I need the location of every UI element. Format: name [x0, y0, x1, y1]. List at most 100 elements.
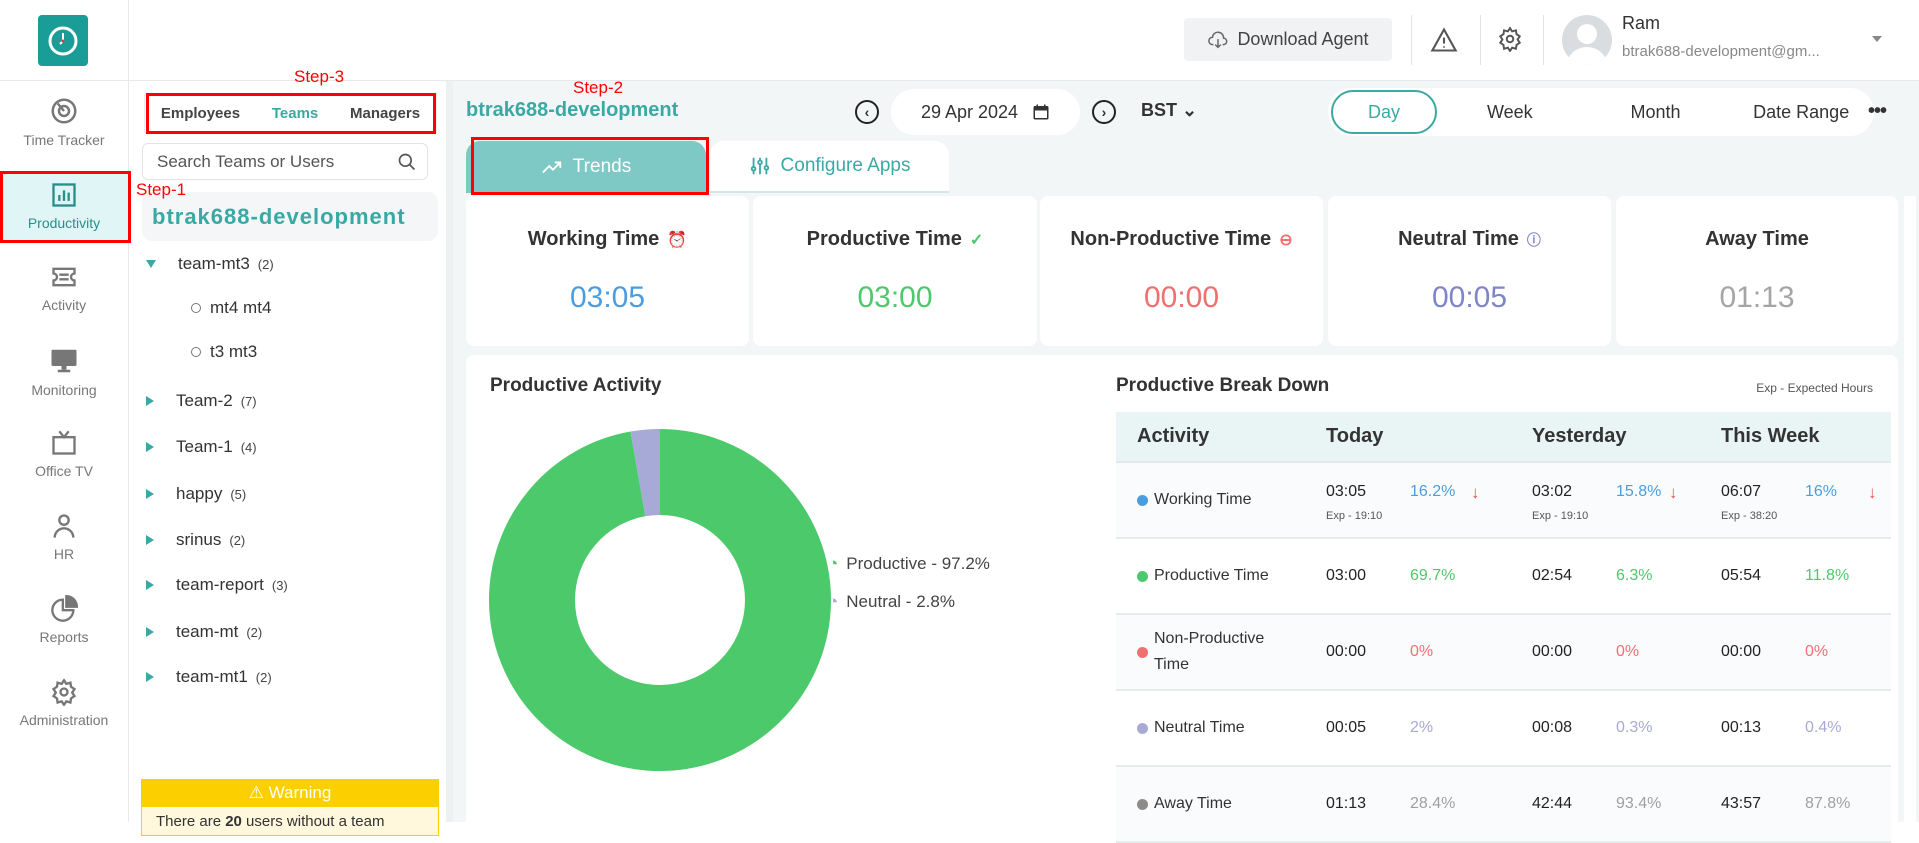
org-name: btrak688-development [152, 204, 406, 229]
card-title: Non-Productive Time [1070, 228, 1272, 250]
nav-label: Administration [19, 712, 109, 728]
card-title: Productive Time [806, 228, 962, 250]
range-month[interactable]: Month [1583, 102, 1729, 123]
percent-value: 16.2% [1410, 483, 1456, 500]
nav-time-tracker[interactable]: Time Tracker [0, 96, 128, 168]
team-item[interactable]: team-mt3 (2) [146, 254, 274, 274]
stat-card-neutral-time: Neutral Time ⓘ 00:05 [1328, 196, 1611, 346]
legend-item-neutral[interactable]: ◔ Neutral - 2.8% [828, 592, 990, 612]
gear-icon[interactable] [1497, 26, 1523, 52]
resize-handle[interactable] [446, 81, 453, 822]
caret-right-icon[interactable] [146, 535, 154, 545]
time-value: 06:07 [1721, 483, 1762, 500]
activity-name: Productive Time [1154, 567, 1269, 584]
prev-date-button[interactable]: ‹ [855, 100, 879, 124]
team-name: happy [176, 484, 223, 503]
caret-down-icon[interactable] [146, 260, 156, 268]
expected-hours: Exp - 38:20 [1721, 510, 1778, 522]
user-menu-chevron-icon[interactable] [1872, 36, 1882, 42]
caret-right-icon[interactable] [146, 580, 154, 590]
card-value: 03:05 [569, 281, 646, 314]
legend-item-productive[interactable]: ◔ Productive - 97.2% [828, 554, 990, 574]
nav-activity[interactable]: Activity [0, 263, 128, 335]
percent-value: 0% [1410, 643, 1434, 660]
calendar-icon[interactable] [1032, 103, 1050, 121]
activity-name: Non-Productive Time [1154, 630, 1265, 673]
team-name: Team-2 [176, 391, 233, 410]
nav-office-tv[interactable]: Office TV [0, 429, 128, 501]
minus-circle-icon: ⊖ [1279, 231, 1293, 249]
team-item[interactable]: Team-2 (7) [146, 391, 257, 411]
cloud-download-icon [1208, 30, 1228, 48]
nav-administration[interactable]: Administration [0, 678, 128, 750]
scrollbar[interactable] [1904, 196, 1916, 822]
org-node[interactable]: btrak688-development [142, 192, 438, 241]
range-day[interactable]: Day [1331, 90, 1437, 134]
user-item[interactable]: t3 mt3 [191, 342, 257, 362]
column-header: Activity [1137, 425, 1210, 447]
percent-value: 11.8% [1805, 567, 1850, 584]
time-value: 01:13 [1326, 795, 1367, 812]
app-logo[interactable] [38, 15, 88, 66]
caret-right-icon[interactable] [146, 627, 154, 637]
timezone-select[interactable]: BST ⌄ [1141, 100, 1197, 121]
caret-right-icon[interactable] [146, 489, 154, 499]
time-value: 00:00 [1532, 643, 1573, 660]
percent-value: 69.7% [1410, 567, 1456, 584]
time-value: 00:08 [1532, 719, 1573, 736]
nav-reports[interactable]: Reports [0, 595, 128, 667]
range-week[interactable]: Week [1437, 102, 1583, 123]
download-agent-button[interactable]: Download Agent [1184, 18, 1392, 61]
nav-monitoring[interactable]: Monitoring [0, 346, 128, 418]
chevron-down-icon: ⌄ [1182, 100, 1198, 120]
radio-icon[interactable] [191, 303, 201, 313]
time-value: 05:54 [1721, 567, 1762, 584]
caret-right-icon[interactable] [146, 672, 154, 682]
time-value: 03:05 [1326, 483, 1367, 500]
team-item[interactable]: happy (5) [146, 484, 246, 504]
more-options-icon[interactable]: ••• [1868, 100, 1887, 123]
team-count: (2) [246, 624, 263, 640]
nav-label: HR [53, 546, 75, 562]
warning-title: Warning [268, 783, 332, 802]
annotation-box [146, 93, 436, 134]
card-title: Neutral Time [1398, 228, 1519, 250]
date-value: 29 Apr 2024 [920, 101, 1019, 122]
caret-right-icon[interactable] [146, 396, 154, 406]
search-icon[interactable] [397, 152, 417, 172]
gear-icon [51, 678, 77, 706]
org-title: btrak688-development [466, 99, 679, 121]
team-item[interactable]: team-report (3) [146, 575, 288, 595]
percent-value: 0.4% [1805, 719, 1842, 736]
ticket-icon [52, 267, 76, 287]
warning-icon[interactable] [1430, 26, 1458, 54]
team-item[interactable]: Team-1 (4) [146, 437, 257, 457]
date-picker[interactable]: 29 Apr 2024 [891, 89, 1080, 135]
time-value: 00:00 [1721, 643, 1762, 660]
team-item[interactable]: team-mt (2) [146, 622, 262, 642]
avatar[interactable] [1562, 15, 1612, 65]
radio-icon[interactable] [191, 347, 201, 357]
user-item[interactable]: mt4 mt4 [191, 298, 271, 318]
next-date-button[interactable]: › [1092, 100, 1116, 124]
sliders-icon [750, 157, 769, 175]
search-input[interactable]: Search Teams or Users [142, 143, 428, 180]
arrow-down-icon: ↓ [1471, 483, 1480, 502]
column-header: This Week [1721, 425, 1820, 447]
nav-hr[interactable]: HR [0, 512, 128, 584]
column-header: Yesterday [1532, 425, 1627, 447]
time-value: 43:57 [1721, 795, 1762, 812]
expected-hours: Exp - 19:10 [1326, 510, 1383, 522]
tab-configure-apps[interactable]: Configure Apps [710, 141, 949, 193]
percent-value: 93.4% [1616, 795, 1662, 812]
card-value: 00:00 [1143, 281, 1220, 314]
caret-right-icon[interactable] [146, 442, 154, 452]
percent-value: 0% [1805, 643, 1829, 660]
card-value: 00:05 [1431, 281, 1508, 314]
step-label: Step-1 [136, 180, 187, 199]
team-item[interactable]: srinus (2) [146, 530, 245, 550]
team-item[interactable]: team-mt1 (2) [146, 667, 272, 687]
time-value: 00:05 [1326, 719, 1367, 736]
arrow-down-icon: ↓ [1669, 483, 1678, 502]
range-date-range[interactable]: Date Range [1728, 102, 1874, 123]
